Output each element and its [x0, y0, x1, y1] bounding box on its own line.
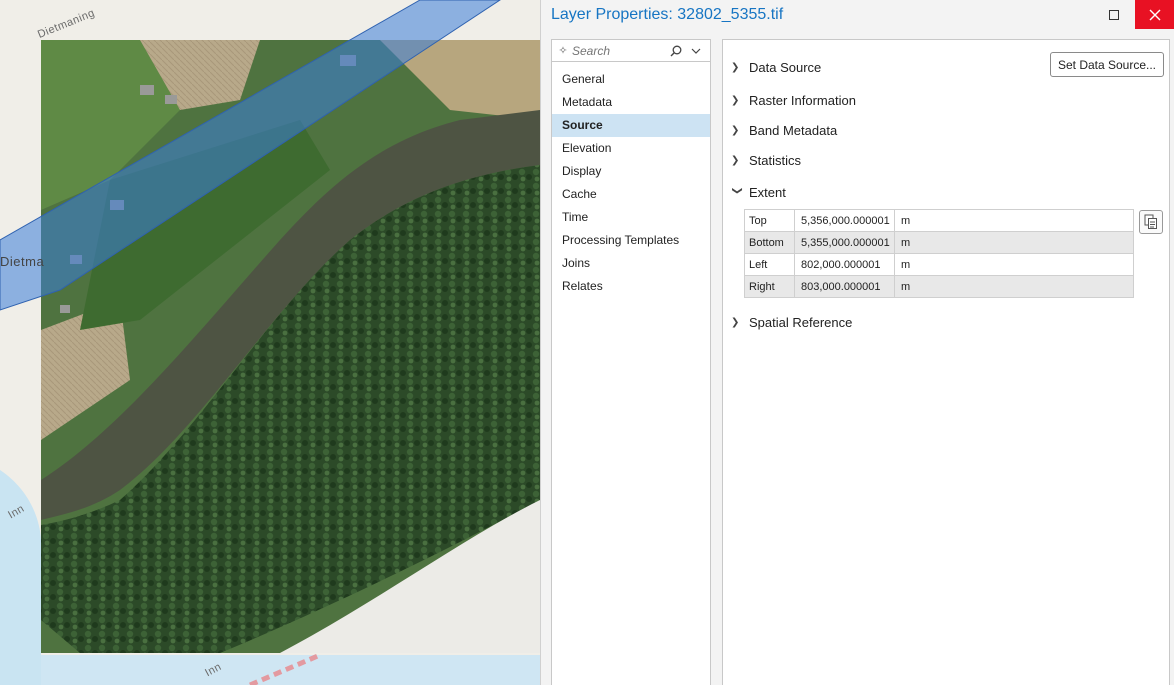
dialog-titlebar[interactable]: Layer Properties: 32802_5355.tif — [541, 0, 1174, 30]
extent-label-top: Top — [744, 209, 795, 232]
chevron-right-icon: ❯ — [731, 155, 740, 166]
copy-extent-button[interactable] — [1139, 210, 1163, 234]
maximize-button[interactable] — [1099, 4, 1129, 26]
extent-value-left: 802,000.000001 — [794, 253, 895, 276]
table-row: Left 802,000.000001 m — [744, 253, 1134, 276]
extent-label-bottom: Bottom — [744, 231, 795, 254]
sparkle-icon: ✧ — [558, 45, 568, 57]
table-row: Bottom 5,355,000.000001 m — [744, 231, 1134, 254]
chevron-right-icon: ❯ — [731, 62, 740, 73]
source-content-panel: Set Data Source... ❯ Data Source ❯ Raste… — [722, 39, 1170, 685]
nav-item-processing-templates[interactable]: Processing Templates — [552, 229, 710, 252]
extent-unit-right: m — [894, 275, 1134, 298]
extent-table: Top 5,356,000.000001 m Bottom 5,355,000.… — [744, 209, 1134, 298]
section-raster-information[interactable]: ❯ Raster Information — [731, 93, 856, 108]
section-label: Spatial Reference — [749, 315, 853, 330]
nav-item-relates[interactable]: Relates — [552, 275, 710, 298]
nav-item-time[interactable]: Time — [552, 206, 710, 229]
section-spatial-reference[interactable]: ❯ Spatial Reference — [731, 315, 852, 330]
set-data-source-button[interactable]: Set Data Source... — [1050, 52, 1164, 77]
extent-value-top: 5,356,000.000001 — [794, 209, 895, 232]
extent-value-right: 803,000.000001 — [794, 275, 895, 298]
copy-icon — [1144, 214, 1157, 229]
search-box[interactable]: ✧ — [552, 40, 710, 62]
section-data-source[interactable]: ❯ Data Source — [731, 60, 821, 75]
chevron-right-icon: ❯ — [731, 125, 740, 136]
map-canvas[interactable] — [0, 0, 540, 685]
section-label: Raster Information — [749, 93, 856, 108]
extent-unit-top: m — [894, 209, 1134, 232]
close-button[interactable] — [1135, 0, 1174, 29]
properties-nav-panel: ✧ General Metadata Source Elevation Disp… — [551, 39, 711, 685]
nav-list: General Metadata Source Elevation Displa… — [552, 68, 710, 298]
extent-value-bottom: 5,355,000.000001 — [794, 231, 895, 254]
section-label: Statistics — [749, 153, 802, 168]
nav-item-joins[interactable]: Joins — [552, 252, 710, 275]
chevron-down-icon: ❯ — [731, 186, 743, 195]
section-label: Extent — [749, 185, 786, 200]
extent-label-left: Left — [744, 253, 795, 276]
dialog-title: Layer Properties: 32802_5355.tif — [551, 6, 784, 23]
section-band-metadata[interactable]: ❯ Band Metadata — [731, 123, 837, 138]
map-view[interactable]: Dietmaning Dietma Inn Inn — [0, 0, 540, 685]
nav-item-elevation[interactable]: Elevation — [552, 137, 710, 160]
chevron-right-icon: ❯ — [731, 317, 740, 328]
nav-item-source[interactable]: Source — [552, 114, 710, 137]
maximize-icon — [1109, 10, 1119, 20]
extent-unit-bottom: m — [894, 231, 1134, 254]
table-row: Top 5,356,000.000001 m — [744, 209, 1134, 232]
nav-item-metadata[interactable]: Metadata — [552, 91, 710, 114]
extent-unit-left: m — [894, 253, 1134, 276]
section-label: Data Source — [749, 60, 822, 75]
nav-item-display[interactable]: Display — [552, 160, 710, 183]
extent-label-right: Right — [744, 275, 795, 298]
nav-item-general[interactable]: General — [552, 68, 710, 91]
section-statistics[interactable]: ❯ Statistics — [731, 153, 801, 168]
chevron-right-icon: ❯ — [731, 95, 740, 106]
nav-item-cache[interactable]: Cache — [552, 183, 710, 206]
section-label: Band Metadata — [749, 123, 838, 138]
search-input[interactable] — [572, 43, 666, 58]
close-icon — [1149, 9, 1161, 20]
section-extent[interactable]: ❯ Extent — [731, 185, 786, 200]
chevron-down-icon[interactable] — [686, 47, 706, 55]
map-label-dietma: Dietma — [0, 254, 45, 269]
table-row: Right 803,000.000001 m — [744, 275, 1134, 298]
layer-properties-dialog: Layer Properties: 32802_5355.tif ✧ Gener… — [540, 0, 1174, 685]
search-icon[interactable] — [666, 45, 686, 57]
